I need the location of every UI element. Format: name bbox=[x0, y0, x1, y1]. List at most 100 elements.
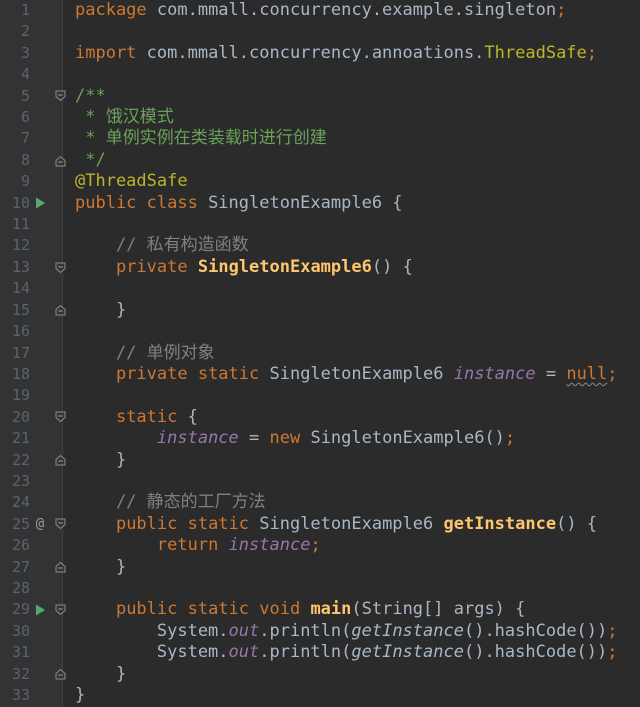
fold-end-icon[interactable] bbox=[54, 154, 67, 168]
fold-end-icon[interactable] bbox=[54, 560, 67, 574]
line-number[interactable]: 10 bbox=[0, 193, 30, 214]
code-token: com.mmall.concurrency.example.singleton bbox=[146, 0, 557, 20]
line-number[interactable]: 3 bbox=[0, 43, 30, 64]
code-line: 22 } bbox=[0, 450, 640, 471]
fold-start-icon[interactable] bbox=[54, 517, 67, 531]
code-content[interactable]: System.out.println(getInstance().hashCod… bbox=[63, 642, 640, 663]
line-number[interactable]: 23 bbox=[0, 471, 30, 492]
line-number[interactable]: 33 bbox=[0, 685, 30, 706]
code-token: = bbox=[535, 363, 567, 384]
line-number[interactable]: 7 bbox=[0, 128, 30, 149]
code-content[interactable]: public static SingletonExample6 getInsta… bbox=[63, 514, 640, 535]
line-number[interactable]: 14 bbox=[0, 278, 30, 299]
code-editor[interactable]: 1 package com.mmall.concurrency.example.s… bbox=[0, 0, 640, 707]
code-token: // 单例对象 bbox=[75, 342, 215, 363]
code-line: 1 package com.mmall.concurrency.example.s… bbox=[0, 0, 640, 21]
code-line: 27 } bbox=[0, 557, 640, 578]
fold-start-icon[interactable] bbox=[54, 603, 67, 617]
line-number[interactable]: 27 bbox=[0, 557, 30, 578]
line-number[interactable]: 24 bbox=[0, 492, 30, 513]
code-content[interactable]: } bbox=[63, 300, 640, 321]
annotation-gutter-icon[interactable]: @ bbox=[36, 517, 44, 531]
line-number[interactable]: 2 bbox=[0, 21, 30, 42]
code-token: out bbox=[228, 620, 260, 641]
code-token: ; bbox=[504, 428, 516, 449]
line-number[interactable]: 22 bbox=[0, 450, 30, 471]
code-content[interactable]: return instance; bbox=[63, 535, 640, 556]
line-number[interactable]: 17 bbox=[0, 343, 30, 364]
line-number[interactable]: 28 bbox=[0, 578, 30, 599]
fold-start-icon[interactable] bbox=[54, 261, 67, 275]
line-number[interactable]: 19 bbox=[0, 385, 30, 406]
code-line: 23 bbox=[0, 471, 640, 492]
line-number[interactable]: 12 bbox=[0, 235, 30, 256]
code-content[interactable]: private SingletonExample6() { bbox=[63, 257, 640, 278]
line-number[interactable]: 29 bbox=[0, 599, 30, 620]
code-content[interactable]: private static SingletonExample6 instanc… bbox=[63, 364, 640, 385]
code-token: main bbox=[310, 599, 352, 620]
fold-slot bbox=[50, 89, 66, 103]
fold-start-icon[interactable] bbox=[54, 89, 67, 103]
code-content[interactable]: @ThreadSafe bbox=[63, 171, 640, 192]
code-token: ().hashCode()) bbox=[463, 620, 608, 641]
code-content[interactable]: } bbox=[63, 664, 640, 685]
line-number[interactable]: 8 bbox=[0, 150, 30, 171]
line-number[interactable]: 31 bbox=[0, 642, 30, 663]
code-content[interactable]: import com.mmall.concurrency.annoations.… bbox=[63, 43, 640, 64]
code-content[interactable]: public class SingletonExample6 { bbox=[63, 193, 640, 214]
code-content[interactable]: package com.mmall.concurrency.example.si… bbox=[63, 0, 640, 21]
line-number[interactable]: 30 bbox=[0, 621, 30, 642]
code-content[interactable]: // 私有构造函数 bbox=[63, 235, 640, 256]
line-number[interactable]: 16 bbox=[0, 321, 30, 342]
code-token: package bbox=[75, 0, 147, 20]
code-token: getInstance bbox=[351, 642, 464, 663]
run-icon[interactable] bbox=[35, 604, 46, 616]
code-content[interactable]: */ bbox=[63, 150, 640, 171]
code-token: getInstance bbox=[351, 620, 464, 641]
code-line: 14 bbox=[0, 278, 640, 299]
code-content[interactable]: * 单例实例在类装载时进行创建 bbox=[63, 128, 640, 149]
code-token: /** bbox=[75, 85, 106, 106]
fold-start-icon[interactable] bbox=[54, 410, 67, 424]
fold-end-icon[interactable] bbox=[54, 667, 67, 681]
code-token: } bbox=[75, 663, 127, 684]
line-number[interactable]: 21 bbox=[0, 428, 30, 449]
line-number[interactable]: 13 bbox=[0, 257, 30, 278]
line-number[interactable]: 9 bbox=[0, 171, 30, 192]
line-number[interactable]: 25 bbox=[0, 514, 30, 535]
code-token: import bbox=[75, 42, 137, 63]
line-number[interactable]: 32 bbox=[0, 664, 30, 685]
code-content[interactable]: * 饿汉模式 bbox=[63, 107, 640, 128]
fold-end-icon[interactable] bbox=[54, 303, 67, 317]
code-content[interactable]: /** bbox=[63, 86, 640, 107]
code-content[interactable]: public static void main(String[] args) { bbox=[63, 599, 640, 620]
code-token: out bbox=[228, 642, 260, 663]
fold-end-icon[interactable] bbox=[54, 453, 67, 467]
code-content[interactable]: // 静态的工厂方法 bbox=[63, 492, 640, 513]
code-content[interactable]: } bbox=[63, 557, 640, 578]
code-content[interactable]: } bbox=[63, 450, 640, 471]
code-content[interactable]: // 单例对象 bbox=[63, 343, 640, 364]
code-content[interactable]: System.out.println(getInstance().hashCod… bbox=[63, 621, 640, 642]
line-number[interactable]: 11 bbox=[0, 214, 30, 235]
line-number[interactable]: 15 bbox=[0, 300, 30, 321]
code-content[interactable]: } bbox=[63, 685, 640, 706]
line-number[interactable]: 4 bbox=[0, 64, 30, 85]
code-content[interactable]: static { bbox=[63, 407, 640, 428]
line-number[interactable]: 26 bbox=[0, 535, 30, 556]
code-content[interactable]: instance = new SingletonExample6(); bbox=[63, 428, 640, 449]
run-icon[interactable] bbox=[35, 197, 46, 209]
line-number[interactable]: 20 bbox=[0, 407, 30, 428]
line-number[interactable]: 18 bbox=[0, 364, 30, 385]
line-number[interactable]: 1 bbox=[0, 0, 30, 21]
code-token: instance bbox=[156, 428, 239, 449]
code-token: public static void bbox=[115, 599, 301, 620]
fold-slot bbox=[50, 667, 66, 681]
line-number[interactable]: 5 bbox=[0, 86, 30, 107]
line-number[interactable]: 6 bbox=[0, 107, 30, 128]
gutter-icon-slot: @ bbox=[30, 517, 50, 531]
code-line: 13 private SingletonExample6() { bbox=[0, 257, 640, 278]
code-token: } bbox=[75, 556, 127, 577]
